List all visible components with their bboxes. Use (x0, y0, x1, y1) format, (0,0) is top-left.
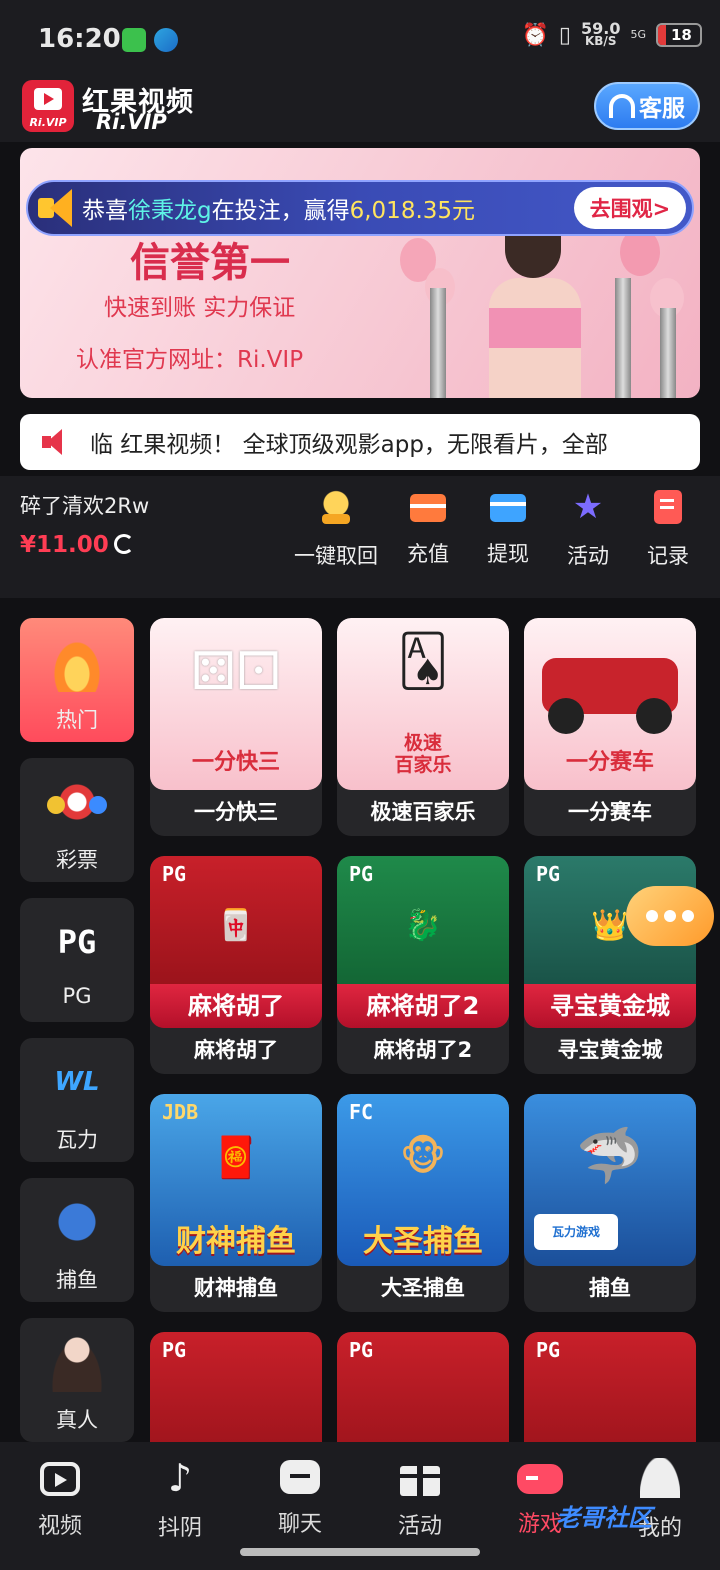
record-icon (654, 490, 682, 524)
lottery-ball-icon (47, 772, 107, 832)
game-label: 大圣捕鱼 (381, 1276, 465, 1300)
game-card[interactable]: ⚄⚀ 一分快三 一分快三 (150, 618, 322, 836)
balance-amount: ¥11.00 (20, 532, 109, 558)
nav-chat[interactable]: 聊天 (240, 1458, 360, 1538)
game-thumbnail: PG 🐉 麻将胡了2 (337, 856, 509, 1028)
game-label: 麻将胡了2 (373, 1038, 473, 1062)
game-label: 财神捕鱼 (194, 1276, 278, 1300)
banner-slogan-sub: 快速到账 实力保证 (104, 295, 296, 321)
game-label: 一分快三 (194, 800, 278, 824)
game-label: 一分赛车 (568, 800, 652, 824)
category-wali[interactable]: WL 瓦力 (20, 1038, 134, 1162)
withdraw-button[interactable]: 提现 (468, 490, 548, 570)
banner-slogan-url: 认准官方网址：Ri.VIP (76, 347, 304, 373)
recharge-button[interactable]: 充值 (388, 490, 468, 570)
winning-notice-text: 恭喜徐秉龙g在投注，赢得6,018.35元 (82, 198, 476, 224)
vibrate-icon: ▯ (558, 22, 571, 48)
status-indicators: ⏰ ▯ 59.0 KB/S 5G 18 (521, 19, 702, 48)
browser-app-icon (154, 28, 178, 52)
customer-service-button[interactable]: 客服 (594, 82, 700, 130)
game-label: 麻将胡了 (194, 1038, 278, 1062)
records-button[interactable]: 记录 (628, 490, 708, 570)
clock: 16:20 (38, 24, 121, 54)
gift-icon (398, 1458, 442, 1496)
app-subtitle: Ri.VIP (96, 110, 167, 134)
coin-hand-icon (318, 490, 354, 524)
network-speed: 59.0 KB/S (580, 19, 621, 48)
gamepad-icon (517, 1464, 563, 1494)
megaphone-icon (34, 186, 78, 230)
nav-douyin[interactable]: ♪ 抖阴 (120, 1458, 240, 1542)
category-fishing[interactable]: 捕鱼 (20, 1178, 134, 1302)
battery-icon: 18 (656, 23, 702, 47)
game-thumbnail: 🂡 极速 百家乐 (337, 618, 509, 790)
card-icon (490, 494, 526, 522)
game-card[interactable]: 一分赛车 一分赛车 (524, 618, 696, 836)
star-icon: ★ (572, 487, 604, 527)
game-thumbnail: FC 🐵 大圣捕鱼 (337, 1094, 509, 1266)
pg-logo-icon: PG (57, 923, 97, 961)
game-card[interactable]: 🦈 瓦力游戏 捕鱼 (524, 1094, 696, 1312)
game-card[interactable]: PG 🐉 麻将胡了2 麻将胡了2 (337, 856, 509, 1074)
alarm-icon: ⏰ (521, 22, 549, 48)
status-bar: 16:20 ⏰ ▯ 59.0 KB/S 5G 18 (0, 0, 720, 80)
nav-activity[interactable]: 活动 (360, 1458, 480, 1540)
headset-icon (609, 94, 635, 118)
fire-icon (47, 632, 107, 692)
game-card[interactable]: PG 🀄 麻将胡了 麻将胡了 (150, 856, 322, 1074)
app-header: Ri.VIP 红果视频 Ri.VIP 客服 (0, 80, 720, 142)
game-card[interactable]: 🂡 极速 百家乐 极速百家乐 (337, 618, 509, 836)
floating-chat-button[interactable] (626, 886, 714, 946)
game-label: 捕鱼 (589, 1276, 631, 1300)
activity-button[interactable]: ★ 活动 (548, 490, 628, 570)
home-indicator[interactable] (240, 1548, 480, 1556)
user-wallet-panel: 碎了清欢2Rw ¥11.00 一键取回 充值 提现 ★ 活动 记录 (0, 476, 720, 598)
app-logo-icon: Ri.VIP (22, 80, 74, 132)
game-label: 寻宝黄金城 (557, 1038, 663, 1062)
banner-slogan-main: 信誉第一 (130, 240, 290, 286)
username: 碎了清欢2Rw (20, 494, 150, 518)
music-note-icon: ♪ (167, 1456, 193, 1500)
user-icon (640, 1458, 680, 1498)
retrieve-all-button[interactable]: 一键取回 (284, 490, 388, 570)
game-thumbnail: 一分赛车 (524, 618, 696, 790)
chat-icon (280, 1460, 320, 1494)
watch-button[interactable]: 去围观> (574, 187, 686, 229)
category-sidebar: 热门 彩票 PG PG WL 瓦力 捕鱼 真人 (20, 618, 136, 1458)
nav-videos[interactable]: 视频 (0, 1458, 120, 1540)
wallet-actions: 一键取回 充值 提现 ★ 活动 记录 (284, 490, 708, 570)
game-thumbnail: PG 🀄 麻将胡了 (150, 856, 322, 1028)
live-dealer-icon (47, 1332, 107, 1392)
category-pg[interactable]: PG PG (20, 898, 134, 1022)
game-thumbnail: ⚄⚀ 一分快三 (150, 618, 322, 790)
announcement-text: 临 红果视频！ 全球顶级观影app，无限看片，全部 (90, 432, 608, 458)
customer-service-label: 客服 (639, 96, 685, 122)
watermark: 老哥社区 (556, 1504, 652, 1532)
wallet-icon (410, 494, 446, 522)
game-thumbnail: JDB 🧧 财神捕鱼 (150, 1094, 322, 1266)
announcement-marquee[interactable]: 临 红果视频！ 全球顶级观影app，无限看片，全部 (20, 414, 700, 470)
refresh-icon[interactable] (114, 534, 134, 554)
signal-icon: 5G (630, 28, 646, 41)
speaker-icon (42, 427, 76, 457)
fish-icon (47, 1192, 107, 1252)
category-hot[interactable]: 热门 (20, 618, 134, 742)
winning-notice-bar: 恭喜徐秉龙g在投注，赢得6,018.35元 去围观> (26, 180, 694, 236)
game-thumbnail: 🦈 瓦力游戏 (524, 1094, 696, 1266)
category-lottery[interactable]: 彩票 (20, 758, 134, 882)
wali-logo-icon: WL (54, 1067, 100, 1097)
category-live[interactable]: 真人 (20, 1318, 134, 1442)
game-card[interactable]: FC 🐵 大圣捕鱼 大圣捕鱼 (337, 1094, 509, 1312)
game-label: 极速百家乐 (370, 800, 476, 824)
game-card[interactable]: JDB 🧧 财神捕鱼 财神捕鱼 (150, 1094, 322, 1312)
message-app-icon (122, 28, 146, 52)
tv-icon (40, 1462, 80, 1496)
